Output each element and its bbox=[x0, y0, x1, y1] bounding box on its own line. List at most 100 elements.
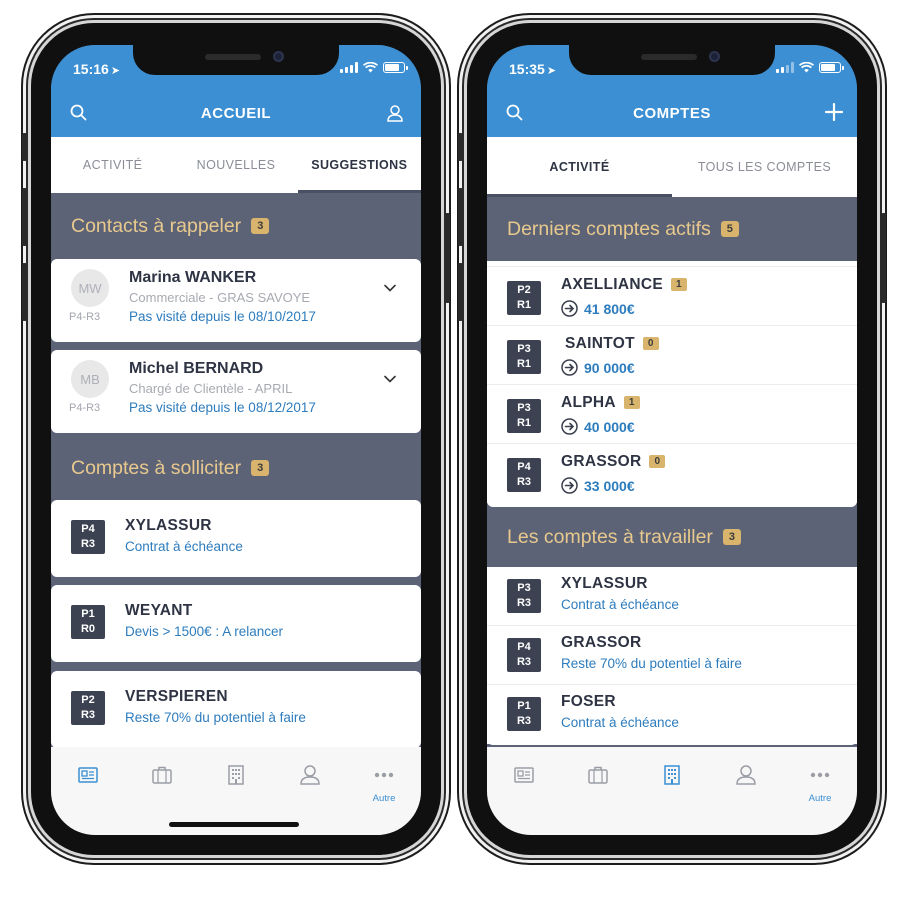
tab-tous-les-comptes[interactable]: TOUS LES COMPTES bbox=[672, 137, 857, 197]
nav-more-label: Autre bbox=[808, 793, 832, 804]
notch bbox=[133, 45, 339, 75]
power-button bbox=[881, 213, 886, 303]
phone-left: 15:16 ➤ ACCUEIL ACTIVITÉ NOUVELLES SUGGES… bbox=[22, 20, 450, 858]
arrow-right-circle-icon bbox=[561, 300, 578, 317]
section-title: Derniers comptes actifs bbox=[507, 217, 711, 240]
contact-name: Michel BERNARD bbox=[129, 360, 264, 377]
battery-icon bbox=[383, 62, 408, 73]
priority-badge: P4 R3 bbox=[507, 458, 541, 492]
contact-name: Marina WANKER bbox=[129, 269, 257, 286]
nav-companies[interactable] bbox=[635, 747, 709, 835]
list-item[interactable]: P3 R1 ALPHA 1 40 000€ bbox=[487, 385, 857, 444]
more-dots-icon bbox=[374, 772, 394, 778]
section-title: Comptes à solliciter bbox=[71, 456, 242, 479]
work-section-header: Les comptes à travailler 3 bbox=[487, 507, 857, 567]
notch bbox=[569, 45, 775, 75]
arrow-right-circle-icon bbox=[561, 418, 578, 435]
signal-icon bbox=[340, 62, 358, 73]
tab-suggestions[interactable]: SUGGESTIONS bbox=[297, 137, 421, 193]
status-icons bbox=[340, 62, 408, 73]
contact-visit-note: Pas visité depuis le 08/10/2017 bbox=[129, 309, 316, 324]
account-detail: Reste 70% du potentiel à faire bbox=[125, 710, 306, 725]
account-name: ALPHA 1 bbox=[561, 394, 640, 412]
contact-role: Chargé de Clientèle - APRIL bbox=[129, 381, 293, 396]
volume-up-button bbox=[458, 188, 463, 246]
priority-badge: P4 R3 bbox=[71, 520, 105, 554]
avatar: MB bbox=[71, 360, 109, 398]
contacts-section-header: Contacts à rappeler 3 bbox=[51, 193, 421, 259]
user-icon[interactable] bbox=[385, 103, 405, 123]
nav-news[interactable] bbox=[487, 747, 561, 835]
volume-up-button bbox=[22, 188, 27, 246]
priority-badge: P3 R1 bbox=[507, 340, 541, 374]
account-card-weyant[interactable]: P1 R0 WEYANT Devis > 1500€ : A relancer bbox=[51, 585, 421, 662]
account-name: WEYANT bbox=[125, 602, 193, 619]
power-button bbox=[445, 213, 450, 303]
list-item[interactable]: P3 R3 XYLASSUR Contrat à échéance bbox=[487, 567, 857, 626]
chevron-down-icon[interactable] bbox=[383, 281, 397, 295]
briefcase-icon bbox=[152, 766, 172, 784]
priority-level: P4-R3 bbox=[69, 402, 101, 414]
nav-news[interactable] bbox=[51, 747, 125, 835]
list-item[interactable]: P2 R1 AXELLIANCE 1 41 800€ bbox=[487, 267, 857, 326]
nav-more[interactable]: Autre bbox=[783, 747, 857, 835]
newspaper-icon bbox=[78, 767, 98, 783]
building-icon bbox=[664, 765, 680, 785]
contact-card-bernard[interactable]: MB P4-R3 Michel BERNARD Chargé de Client… bbox=[51, 350, 421, 433]
nav-more[interactable]: Autre bbox=[347, 747, 421, 835]
more-dots-icon bbox=[810, 772, 830, 778]
account-detail: Contrat à échéance bbox=[561, 715, 679, 730]
phone-right: 15:35 ➤ COMPTES ACTIVITÉ TOUS LES COMPTES… bbox=[458, 20, 886, 858]
account-name: XYLASSUR bbox=[561, 575, 648, 592]
contact-visit-note: Pas visité depuis le 08/12/2017 bbox=[129, 400, 316, 415]
arrow-right-circle-icon bbox=[561, 359, 578, 376]
accounts-section-header: Comptes à solliciter 3 bbox=[51, 437, 421, 499]
location-arrow-icon: ➤ bbox=[546, 65, 557, 77]
tab-activite[interactable]: ACTIVITÉ bbox=[487, 137, 672, 197]
account-amount: 33 000€ bbox=[561, 477, 635, 494]
mute-switch bbox=[458, 133, 463, 161]
priority-badge: P1 R0 bbox=[71, 605, 105, 639]
plus-icon[interactable] bbox=[823, 101, 845, 123]
tab-bar: ACTIVITÉ TOUS LES COMPTES bbox=[487, 137, 857, 197]
recent-accounts-list: P2 R1 AXELLIANCE 1 41 800€ P3 R1 SAINTOT 0 9… bbox=[487, 261, 857, 507]
tab-activite[interactable]: ACTIVITÉ bbox=[51, 137, 174, 193]
tab-bar: ACTIVITÉ NOUVELLES SUGGESTIONS bbox=[51, 137, 421, 193]
account-name: GRASSOR 0 bbox=[561, 453, 666, 471]
account-name: GRASSOR bbox=[561, 634, 642, 651]
list-item[interactable]: P4 R3 GRASSOR Reste 70% du potentiel à fa… bbox=[487, 626, 857, 685]
wifi-icon bbox=[363, 62, 378, 73]
recent-section-header: Derniers comptes actifs 5 bbox=[487, 197, 857, 261]
work-accounts-list: P3 R3 XYLASSUR Contrat à échéance P4 R3 GR… bbox=[487, 567, 857, 745]
newspaper-icon bbox=[514, 767, 534, 783]
list-item[interactable]: P4 R3 GRASSOR 0 33 000€ bbox=[487, 444, 857, 503]
list-item[interactable]: P3 R1 SAINTOT 0 90 000€ bbox=[487, 326, 857, 385]
account-amount: 90 000€ bbox=[561, 359, 635, 376]
count-badge: 5 bbox=[720, 221, 739, 237]
account-card-xylassur[interactable]: P4 R3 XYLASSUR Contrat à échéance bbox=[51, 500, 421, 577]
screen-accueil: 15:16 ➤ ACCUEIL ACTIVITÉ NOUVELLES SUGGES… bbox=[51, 45, 421, 835]
nav-accounts[interactable] bbox=[561, 747, 635, 835]
count-badge: 3 bbox=[251, 218, 270, 234]
tab-nouvelles[interactable]: NOUVELLES bbox=[174, 137, 297, 193]
account-name: SAINTOT 0 bbox=[565, 335, 659, 353]
account-name: VERSPIEREN bbox=[125, 688, 228, 705]
bottom-nav: Autre bbox=[487, 747, 857, 835]
account-detail: Devis > 1500€ : A relancer bbox=[125, 624, 283, 639]
account-amount: 41 800€ bbox=[561, 300, 635, 317]
section-title: Contacts à rappeler bbox=[71, 214, 242, 237]
priority-badge: P2 R1 bbox=[507, 281, 541, 315]
home-indicator[interactable] bbox=[169, 822, 299, 827]
list-item[interactable]: P1 R3 FOSER Contrat à échéance bbox=[487, 685, 857, 744]
status-time: 15:35 ➤ bbox=[509, 61, 557, 77]
account-card-verspieren[interactable]: P2 R3 VERSPIEREN Reste 70% du potentiel à… bbox=[51, 671, 421, 748]
contact-role: Commerciale - GRAS SAVOYE bbox=[129, 290, 311, 305]
signal-icon bbox=[776, 62, 794, 73]
section-title: Les comptes à travailler bbox=[507, 525, 713, 548]
nav-contacts[interactable] bbox=[709, 747, 783, 835]
activity-badge: 1 bbox=[671, 278, 687, 291]
contact-card-wanker[interactable]: MW P4-R3 Marina WANKER Commerciale - GRA… bbox=[51, 259, 421, 342]
priority-badge: P3 R1 bbox=[507, 399, 541, 433]
mute-switch bbox=[22, 133, 27, 161]
chevron-down-icon[interactable] bbox=[383, 372, 397, 386]
